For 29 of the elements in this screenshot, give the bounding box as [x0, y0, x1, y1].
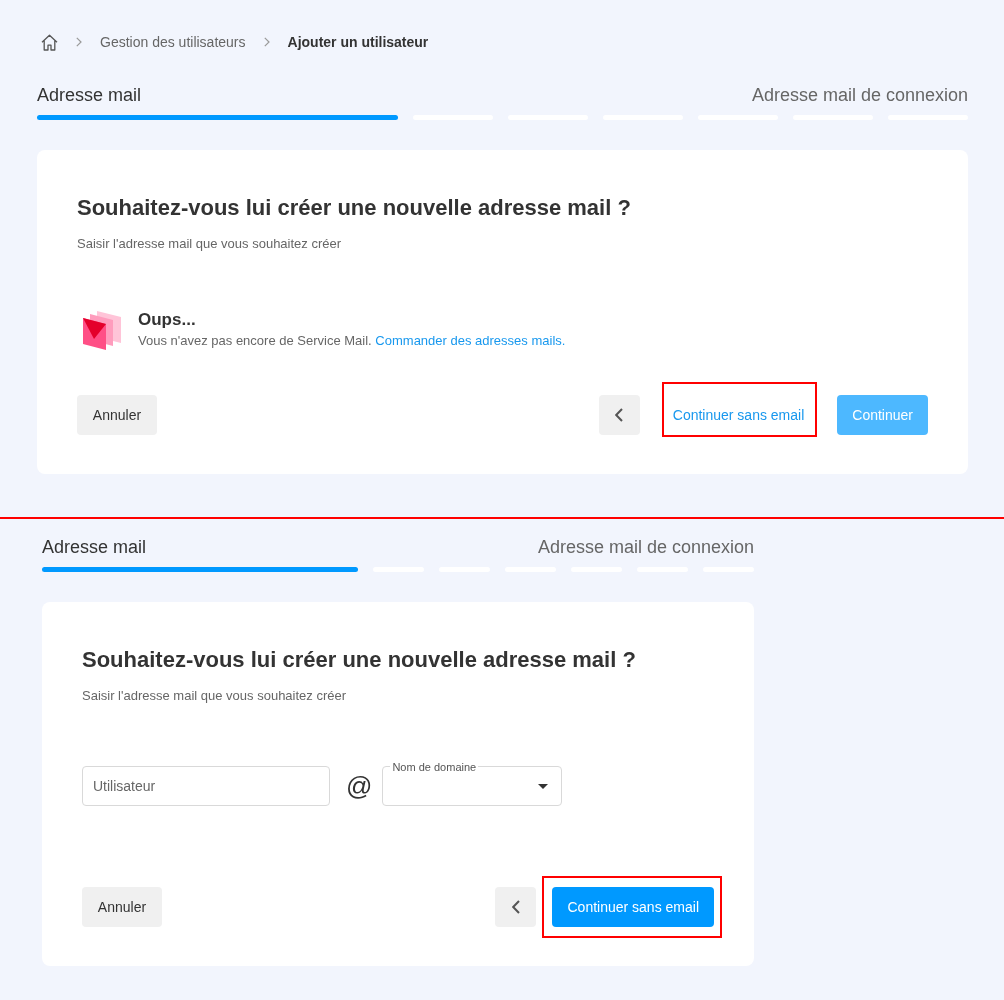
step-label: Adresse mail de connexion	[537, 536, 754, 559]
chevron-left-icon	[615, 408, 624, 422]
chevron-left-icon	[512, 900, 520, 914]
breadcrumb-current: Ajouter un utilisateur	[287, 32, 429, 52]
card-subtitle: Saisir l'adresse mail que vous souhaitez créer	[77, 235, 343, 253]
cancel-button[interactable]: Annuler	[82, 887, 162, 927]
step-label: Adresse mail	[37, 84, 142, 107]
mail-cards-icon	[82, 310, 122, 350]
back-button[interactable]	[598, 395, 640, 435]
chevron-right-icon	[263, 37, 270, 47]
at-sign: @	[346, 770, 373, 802]
domain-label: Nom de domaine	[390, 761, 479, 773]
breadcrumb-link[interactable]: Gestion des utilisateurs	[100, 31, 246, 53]
home-icon[interactable]	[41, 33, 58, 51]
notice-text: Vous n'avez pas encore de Service Mail. Commander des adresses mails.	[138, 332, 566, 350]
back-button[interactable]	[495, 887, 537, 927]
card-subtitle: Saisir l'adresse mail que vous souhaitez créer	[82, 687, 348, 705]
card-title: Souhaitez-vous lui créer une nouvelle adresse mail ?	[82, 646, 637, 674]
continue-without-email-link[interactable]: Continuer sans email	[672, 395, 805, 435]
notice-heading: Oups...	[138, 309, 197, 331]
caret-down-icon	[538, 783, 549, 789]
chevron-right-icon	[76, 37, 82, 47]
cancel-button[interactable]: Annuler	[77, 395, 157, 435]
order-link[interactable]: Commander des adresses mails.	[375, 333, 566, 348]
continue-button[interactable]: Continuer sans email	[552, 887, 714, 927]
user-field[interactable]: Utilisateur	[82, 766, 330, 806]
step-label: Adresse mail	[42, 536, 147, 559]
step-label: Adresse mail de connexion	[751, 84, 968, 107]
card-title: Souhaitez-vous lui créer une nouvelle adresse mail ?	[77, 194, 632, 222]
